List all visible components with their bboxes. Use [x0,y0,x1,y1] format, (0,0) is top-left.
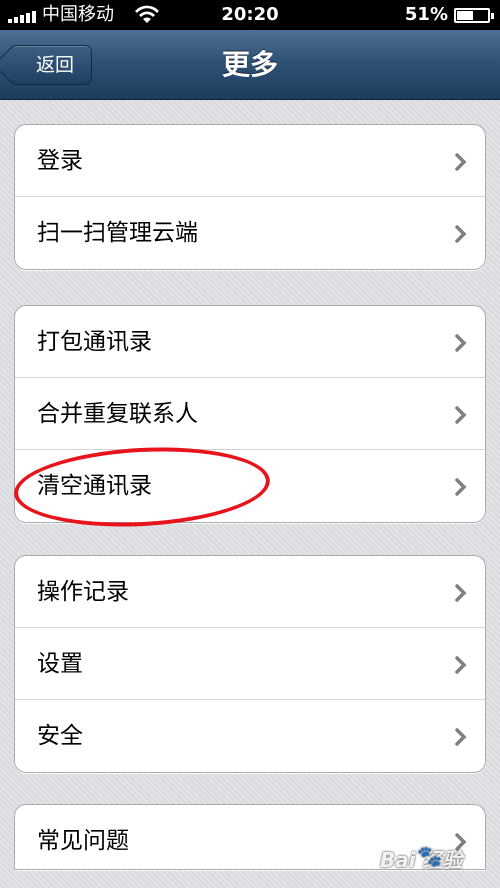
menu-item-pack-contacts[interactable]: 打包通讯录 [15,306,485,378]
status-bar: 中国移动 20:20 51% [0,0,500,30]
menu-item-label: 合并重复联系人 [37,401,198,427]
menu-item-scan-manage-cloud[interactable]: 扫一扫管理云端 [15,197,485,269]
menu-item-clear-contacts[interactable]: 清空通讯录 [15,450,485,522]
baidu-watermark: Bai 经验 🐾 [380,844,490,878]
chevron-right-icon [455,478,467,496]
settings-group-contacts: 打包通讯录 合并重复联系人 清空通讯录 [14,305,486,523]
battery-percent: 51% [404,4,448,25]
settings-group-general: 操作记录 设置 安全 [14,555,486,773]
chevron-right-icon [455,153,467,171]
battery-fill [457,11,474,20]
chevron-right-icon [455,334,467,352]
back-button[interactable]: 返回 [10,45,92,85]
menu-item-label: 登录 [37,148,83,174]
baidu-paw-icon: 🐾 [417,844,442,868]
menu-item-label: 常见问题 [37,828,129,854]
menu-item-label: 操作记录 [37,579,129,605]
back-button-label: 返回 [36,54,75,76]
menu-item-label: 安全 [37,723,83,749]
menu-item-login[interactable]: 登录 [15,125,485,197]
battery-icon [454,8,494,23]
nav-bar: 更多 返回 [0,30,500,100]
chevron-right-icon [455,225,467,243]
menu-item-operation-log[interactable]: 操作记录 [15,556,485,628]
menu-item-merge-duplicates[interactable]: 合并重复联系人 [15,378,485,450]
menu-item-settings[interactable]: 设置 [15,628,485,700]
menu-item-label: 打包通讯录 [37,329,152,355]
menu-item-security[interactable]: 安全 [15,700,485,772]
chevron-right-icon [455,406,467,424]
chevron-right-icon [455,728,467,746]
menu-item-label: 清空通讯录 [37,473,152,499]
menu-item-label: 扫一扫管理云端 [37,220,198,246]
menu-item-label: 设置 [37,651,83,677]
settings-group-account: 登录 扫一扫管理云端 [14,124,486,270]
chevron-right-icon [455,656,467,674]
chevron-right-icon [455,584,467,602]
